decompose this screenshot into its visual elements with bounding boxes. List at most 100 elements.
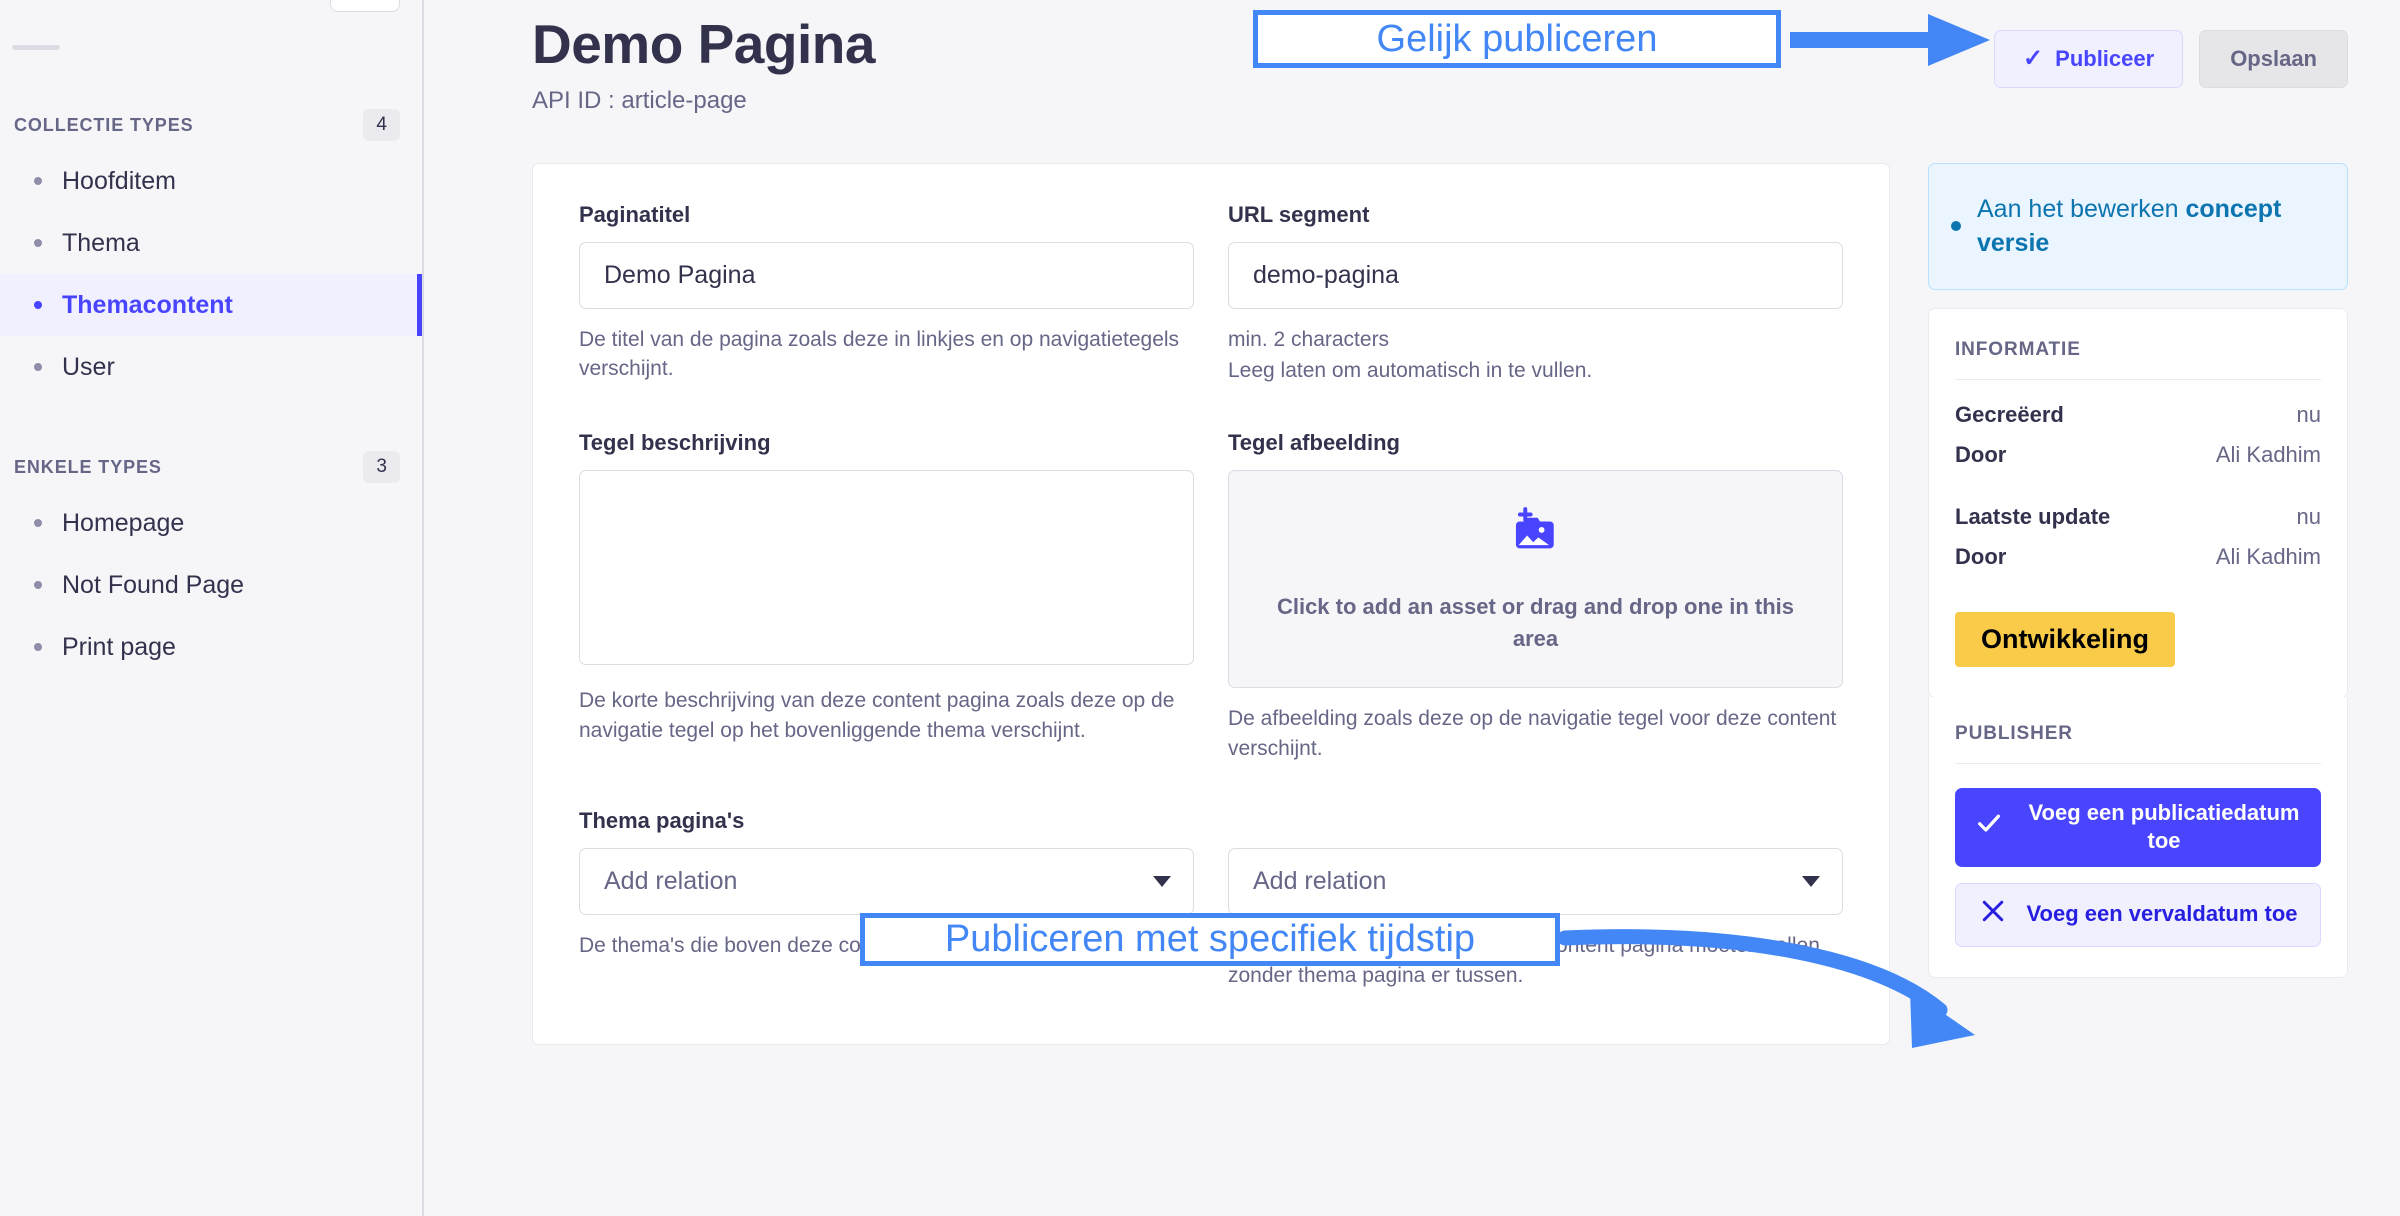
sidebar-divider	[12, 45, 60, 50]
sidebar-section-count: 4	[363, 109, 400, 141]
field-thema-paginas: Thema pagina's Add relation De thema's d…	[579, 808, 1194, 991]
bullet-icon	[1951, 221, 1961, 231]
information-heading: INFORMATIE	[1955, 338, 2081, 360]
info-value: Ali Kadhim	[2215, 441, 2321, 467]
field-label: Thema pagina's	[579, 807, 745, 833]
info-value: Ali Kadhim	[2215, 543, 2321, 569]
select-value: Add relation	[604, 866, 738, 895]
chevron-down-icon	[1153, 875, 1171, 887]
form-row-2: Tegel beschrijving De korte beschrijving…	[579, 430, 1843, 772]
info-key: Gecreëerd	[1955, 401, 2064, 427]
thema-paginas-select[interactable]: Add relation	[579, 847, 1194, 915]
bullet-icon	[34, 301, 42, 309]
field-hint: De thema's die boven deze content pagina…	[579, 933, 1043, 957]
bullet-icon	[34, 363, 42, 371]
sidebar-item-thema[interactable]: Thema	[0, 212, 422, 274]
tegel-beschrijving-textarea[interactable]	[579, 470, 1194, 666]
content-type-sidebar: COLLECTIE TYPES 4 Hoofditem Thema Themac…	[0, 0, 424, 1216]
status-badge: Ontwikkeling	[1955, 611, 2176, 667]
sidebar-item-label: Print page	[62, 632, 176, 661]
sidebar-item-label: Thema	[62, 228, 140, 257]
dropzone-text: Click to add an asset or drag and drop o…	[1276, 593, 1795, 651]
divider	[1955, 762, 2321, 764]
page-api-id: API ID : article-page	[532, 86, 747, 114]
sidebar-list-collection-types: Hoofditem Thema Themacontent User	[0, 150, 422, 398]
entry-side-panel: Aan het bewerken concept versie INFORMAT…	[1928, 162, 2348, 978]
draft-text-prefix: Aan het bewerken	[1977, 194, 2186, 223]
info-key: Door	[1955, 441, 2007, 467]
field-hint: De afbeelding zoals deze op de navigatie…	[1228, 707, 1837, 760]
info-row-last-update: Laatste update nu	[1955, 504, 2321, 530]
sidebar-section-title: COLLECTIE TYPES	[14, 114, 194, 135]
field-url-segment: URL segment min. 2 characters Leeg laten…	[1228, 202, 1843, 387]
sidebar-section-collection-types: COLLECTIE TYPES 4	[0, 108, 422, 142]
sidebar-item-label: Themacontent	[62, 290, 233, 319]
field-label: Paginatitel	[579, 201, 691, 227]
publisher-heading: PUBLISHER	[1955, 722, 2073, 744]
sidebar-item-not-found-page[interactable]: Not Found Page	[0, 554, 422, 616]
sidebar-section-single-types: ENKELE TYPES 3	[0, 450, 422, 484]
info-value: nu	[2296, 401, 2321, 427]
select-value: Add relation	[1253, 866, 1387, 895]
info-key: Door	[1955, 543, 2007, 569]
info-value: nu	[2296, 503, 2321, 529]
draft-status-box: Aan het bewerken concept versie	[1928, 162, 2348, 290]
hoofditems-select[interactable]: Add relation	[1228, 847, 1843, 915]
field-label: Tegel beschrijving	[579, 430, 771, 456]
bullet-icon	[34, 643, 42, 651]
chevron-down-icon	[1802, 875, 1820, 887]
info-row-updated-by: Door Ali Kadhim	[1955, 544, 2321, 570]
field-label: Tegel afbeelding	[1228, 430, 1400, 456]
add-expiry-date-button[interactable]: Voeg een vervaldatum toe	[1955, 882, 2321, 947]
add-image-icon	[1508, 504, 1564, 565]
field-hint: Hoofditems die direct boven deze content…	[1228, 933, 1820, 987]
field-hint: De korte beschrijving van deze content p…	[579, 689, 1175, 742]
asset-dropzone[interactable]: Click to add an asset or drag and drop o…	[1228, 470, 1843, 689]
entry-form-card: Paginatitel De titel van de pagina zoals…	[532, 162, 1890, 1046]
divider	[1955, 378, 2321, 380]
info-key: Laatste update	[1955, 503, 2111, 529]
field-paginatitel: Paginatitel De titel van de pagina zoals…	[579, 202, 1194, 387]
check-icon: ✓	[2023, 45, 2044, 72]
field-label: URL segment	[1228, 201, 1370, 227]
header-actions: ✓ Publiceer Opslaan	[1994, 14, 2348, 88]
sidebar-item-label: Homepage	[62, 508, 185, 537]
bullet-icon	[34, 239, 42, 247]
info-row-created: Gecreëerd nu	[1955, 402, 2321, 428]
page-header-titles: Demo Pagina API ID : article-page	[532, 14, 875, 115]
close-x-icon	[1978, 896, 2008, 934]
field-tegel-beschrijving: Tegel beschrijving De korte beschrijving…	[579, 430, 1194, 764]
sidebar-search-input[interactable]	[330, 0, 400, 12]
information-card: INFORMATIE Gecreëerd nu Door Ali Kadhim …	[1928, 307, 2348, 698]
save-button-label: Opslaan	[2230, 46, 2317, 71]
info-row-created-by: Door Ali Kadhim	[1955, 442, 2321, 468]
draft-status-text: Aan het bewerken concept versie	[1977, 192, 2321, 261]
publish-button[interactable]: ✓ Publiceer	[1994, 30, 2184, 88]
add-expiry-date-label: Voeg een vervaldatum toe	[2026, 901, 2298, 927]
sidebar-list-single-types: Homepage Not Found Page Print page	[0, 492, 422, 678]
field-hoofditems: Thema pagina's Add relation Hoofditems d…	[1228, 808, 1843, 991]
sidebar-item-print-page[interactable]: Print page	[0, 616, 422, 678]
field-hint-min-chars: min. 2 characters	[1228, 327, 1390, 351]
sidebar-item-themacontent[interactable]: Themacontent	[0, 274, 422, 336]
paginatitel-input[interactable]	[579, 241, 1194, 309]
check-icon	[1974, 808, 2004, 846]
sidebar-section-title: ENKELE TYPES	[14, 456, 162, 477]
field-tegel-afbeelding: Tegel afbeelding Click to add an asset o…	[1228, 430, 1843, 764]
page-header: Demo Pagina API ID : article-page ✓ Publ…	[424, 0, 2400, 115]
sidebar-item-user[interactable]: User	[0, 336, 422, 398]
bullet-icon	[34, 177, 42, 185]
form-row-1: Paginatitel De titel van de pagina zoals…	[579, 202, 1843, 395]
form-row-3: Thema pagina's Add relation De thema's d…	[579, 808, 1843, 999]
url-segment-input[interactable]	[1228, 241, 1843, 309]
field-hint-autofill: Leeg laten om automatisch in te vullen.	[1228, 359, 1593, 383]
sidebar-item-label: Not Found Page	[62, 570, 245, 599]
sidebar-item-homepage[interactable]: Homepage	[0, 492, 422, 554]
save-button[interactable]: Opslaan	[2199, 30, 2348, 88]
add-publish-date-button[interactable]: Voeg een publicatiedatum toe	[1955, 787, 2321, 867]
publisher-card: PUBLISHER Voeg een publicatiedatum toe V…	[1928, 696, 2348, 978]
page-title: Demo Pagina	[532, 13, 875, 75]
sidebar-item-label: Hoofditem	[62, 166, 176, 195]
sidebar-item-hoofditem[interactable]: Hoofditem	[0, 150, 422, 212]
